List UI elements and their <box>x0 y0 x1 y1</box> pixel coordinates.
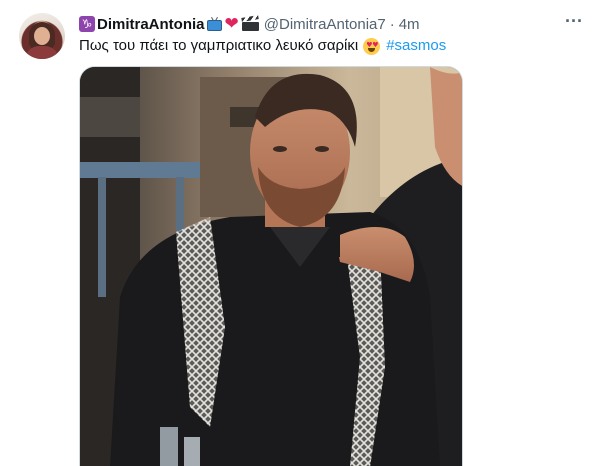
timestamp[interactable]: 4m <box>399 16 420 33</box>
avatar-face <box>34 27 50 45</box>
tweet-card: ♑ DimitraAntonia ❤ @DimitraAntonia7 · 4m… <box>0 0 592 466</box>
capricorn-icon: ♑ <box>79 16 95 32</box>
avatar-body <box>25 46 59 59</box>
clapper-board-icon <box>241 15 259 31</box>
tweet-body: Πως του πάει το γαμπριατικο λευκό σαρίκι <box>79 37 359 54</box>
photo-illustration <box>80 67 462 466</box>
avatar[interactable] <box>19 13 65 59</box>
tweet-text: Πως του πάει το γαμπριατικο λευκό σαρίκι… <box>79 36 446 56</box>
hashtag-link[interactable]: #sasmos <box>386 36 446 56</box>
display-name[interactable]: DimitraAntonia <box>97 16 205 33</box>
tweet-header: ♑ DimitraAntonia ❤ @DimitraAntonia7 · 4m <box>79 14 420 34</box>
tweet-photo[interactable] <box>79 66 463 466</box>
separator-dot: · <box>389 15 395 33</box>
television-icon <box>206 17 223 31</box>
more-options-icon[interactable]: ··· <box>564 12 584 34</box>
user-handle[interactable]: @DimitraAntonia7 <box>264 16 386 33</box>
heart-eyes-emoji-icon: ♥ ♥ <box>363 37 381 55</box>
red-heart-icon: ❤ <box>224 14 239 34</box>
